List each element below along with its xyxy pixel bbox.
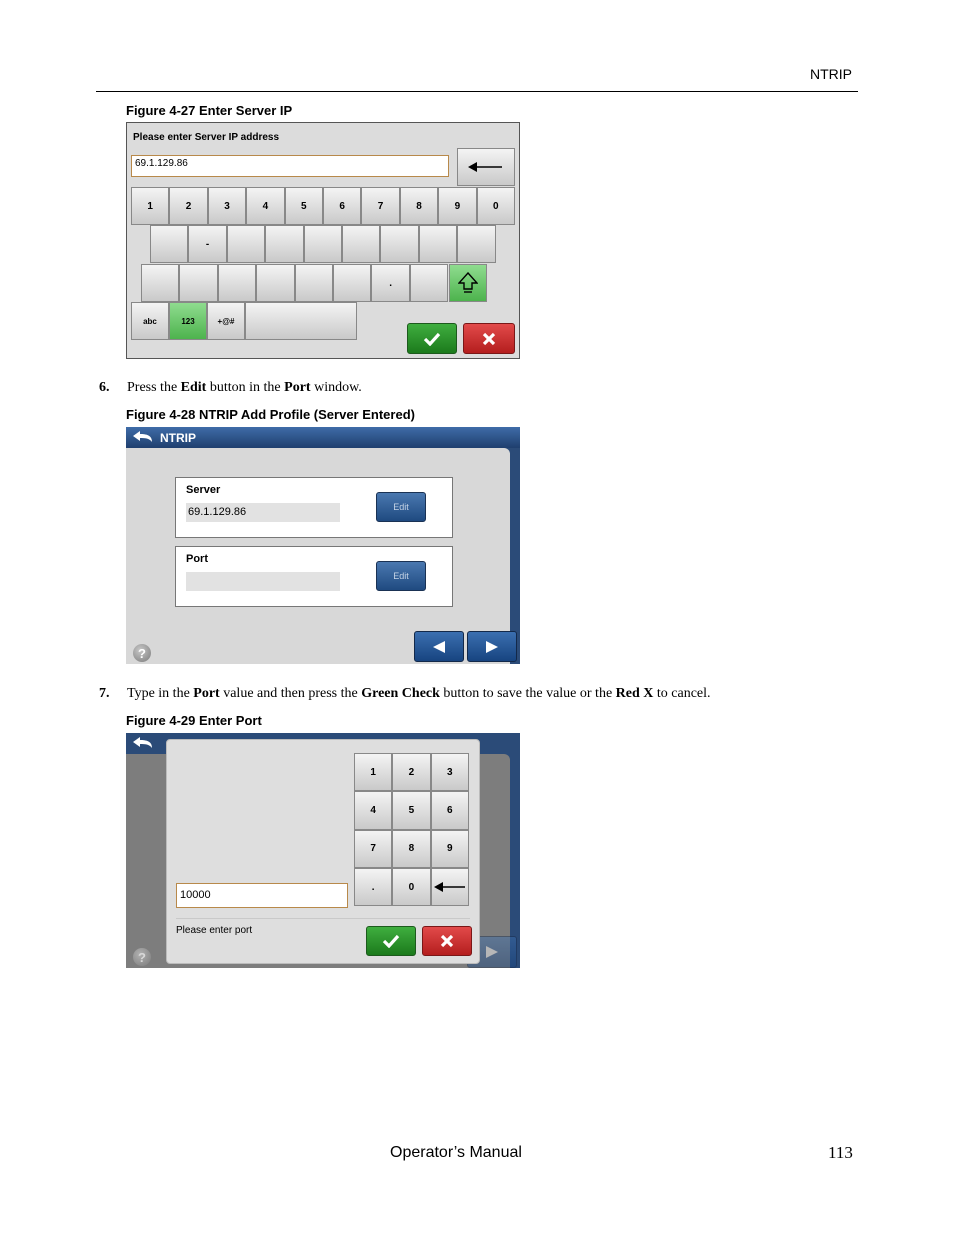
keyboard-key[interactable]	[265, 225, 304, 263]
header-rule	[96, 91, 858, 92]
keyboard-key[interactable]	[217, 264, 257, 302]
numeric-mode-key[interactable]: 123	[169, 302, 207, 340]
keyboard-key[interactable]: 8	[399, 187, 439, 225]
port-edit-button[interactable]: Edit	[376, 561, 426, 591]
server-ip-prompt: Please enter Server IP address	[133, 132, 280, 143]
shift-key[interactable]	[449, 264, 487, 302]
port-box: Port Edit	[175, 546, 453, 607]
left-arrow-icon	[433, 640, 445, 653]
keypad-key[interactable]: 0	[392, 867, 431, 907]
keyboard-key[interactable]	[256, 264, 295, 302]
previous-button[interactable]	[414, 631, 464, 662]
port-value	[186, 572, 340, 591]
backspace-arrow-icon	[433, 882, 465, 893]
backspace-key[interactable]	[430, 867, 469, 907]
keyboard-key[interactable]	[342, 225, 381, 263]
page-number: 113	[828, 1143, 853, 1162]
keyboard-key[interactable]: 9	[438, 187, 477, 225]
keyboard-key[interactable]: -	[188, 225, 227, 263]
keyboard-key[interactable]	[150, 225, 189, 263]
shift-icon	[458, 272, 478, 293]
enter-port-screen: ? 123456789.0 10000 Please enter port	[126, 733, 520, 968]
figure-27-caption: Figure 4-27 Enter Server IP	[126, 103, 293, 118]
keyboard-key[interactable]: 3	[207, 187, 247, 225]
step-number: 7.	[99, 686, 110, 701]
server-ip-input[interactable]: 69.1.129.86	[131, 155, 449, 177]
divider	[176, 918, 470, 919]
keyboard-key[interactable]	[226, 225, 266, 263]
backspace-button[interactable]	[457, 148, 515, 186]
port-label: Port	[186, 553, 208, 565]
figure-28-caption: Figure 4-28 NTRIP Add Profile (Server En…	[126, 407, 415, 422]
keyboard-key[interactable]	[333, 264, 372, 302]
keypad-key[interactable]: 2	[392, 753, 431, 792]
keyboard-key[interactable]: 7	[361, 187, 400, 225]
keyboard-key[interactable]	[179, 264, 218, 302]
symbol-mode-key[interactable]: +@#	[207, 302, 245, 340]
step-7: 7. Type in the Port value and then press…	[99, 686, 859, 704]
port-prompt: Please enter port	[176, 925, 253, 936]
keypad-key[interactable]: 8	[392, 829, 431, 868]
back-arrow-icon[interactable]	[132, 430, 154, 445]
keyboard-key[interactable]	[303, 225, 342, 263]
keyboard-key[interactable]: 2	[169, 187, 208, 225]
checkmark-icon	[423, 332, 441, 346]
enter-server-ip-screen: Please enter Server IP address 69.1.129.…	[126, 122, 520, 359]
port-input[interactable]: 10000	[176, 883, 348, 908]
keyboard-key[interactable]: 4	[246, 187, 285, 225]
checkmark-icon	[382, 934, 400, 948]
keyboard-key[interactable]: 6	[323, 187, 362, 225]
page-header-title: NTRIP	[810, 66, 852, 82]
keypad-key[interactable]: 7	[354, 829, 393, 868]
cancel-button[interactable]	[463, 323, 515, 354]
server-label: Server	[186, 484, 221, 496]
title-bar: NTRIP	[126, 427, 520, 448]
enter-port-dialog: 123456789.0 10000 Please enter port	[166, 739, 480, 964]
help-icon: ?	[133, 948, 151, 966]
screen-title: NTRIP	[160, 431, 196, 445]
ntrip-add-profile-screen: NTRIP Server 69.1.129.86 Edit Port Edit …	[126, 427, 520, 664]
keypad-key[interactable]: 5	[392, 791, 431, 830]
keypad-key[interactable]: 1	[354, 753, 393, 792]
next-button[interactable]	[467, 631, 517, 662]
x-icon	[440, 934, 454, 948]
footer-manual-title: Operator’s Manual	[390, 1144, 522, 1161]
right-arrow-icon	[486, 946, 498, 958]
keyboard-key[interactable]	[409, 264, 449, 302]
space-key[interactable]	[245, 302, 357, 340]
keyboard-key[interactable]	[457, 225, 496, 263]
keyboard-key[interactable]: .	[371, 264, 410, 302]
keypad-key[interactable]: 4	[354, 791, 393, 830]
ok-button[interactable]	[366, 926, 416, 956]
right-arrow-icon	[486, 640, 498, 653]
cancel-button[interactable]	[422, 926, 472, 956]
step-text: Press the Edit button in the Port window…	[127, 380, 362, 395]
keypad-key[interactable]: .	[354, 867, 393, 907]
backspace-arrow-icon	[468, 162, 502, 172]
keyboard-key[interactable]	[380, 225, 419, 263]
x-icon	[482, 332, 496, 345]
keypad-key[interactable]: 6	[430, 791, 469, 830]
step-number: 6.	[99, 380, 110, 395]
keyboard-key[interactable]	[294, 264, 333, 302]
help-icon[interactable]: ?	[133, 644, 151, 662]
step-6: 6. Press the Edit button in the Port win…	[99, 380, 799, 398]
server-value: 69.1.129.86	[186, 503, 340, 522]
back-arrow-icon	[133, 737, 152, 748]
server-edit-button[interactable]: Edit	[376, 492, 426, 522]
step-text: Type in the Port value and then press th…	[127, 686, 711, 701]
keyboard-key[interactable]: 0	[476, 187, 515, 225]
server-box: Server 69.1.129.86 Edit	[175, 477, 453, 538]
ok-button[interactable]	[407, 323, 457, 354]
keyboard-key[interactable]: 1	[131, 187, 170, 225]
figure-29-caption: Figure 4-29 Enter Port	[126, 713, 262, 728]
keypad-key[interactable]: 9	[430, 829, 469, 868]
keyboard-key[interactable]	[141, 264, 180, 302]
keypad-key[interactable]: 3	[430, 753, 469, 792]
keyboard-key[interactable]	[418, 225, 458, 263]
abc-mode-key[interactable]: abc	[131, 302, 169, 340]
keyboard-key[interactable]: 5	[284, 187, 323, 225]
